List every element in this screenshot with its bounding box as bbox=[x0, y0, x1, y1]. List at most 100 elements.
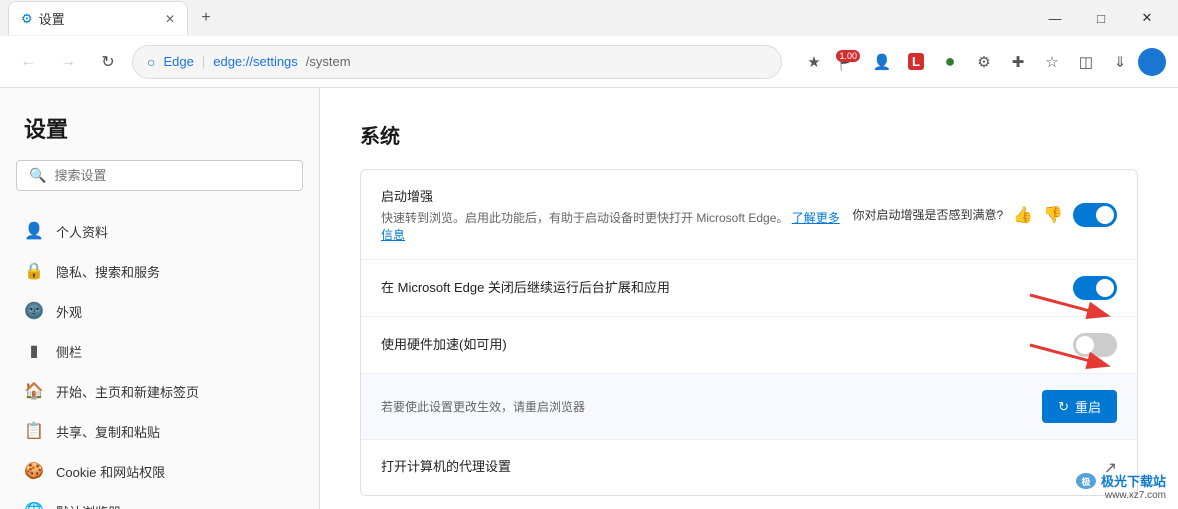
titlebar: ⚙ 设置 ✕ + — □ ✕ bbox=[0, 0, 1178, 36]
search-box[interactable]: 🔍 bbox=[16, 160, 303, 191]
background-run-controls bbox=[1073, 276, 1117, 300]
close-window-button[interactable]: ✕ bbox=[1124, 0, 1170, 36]
toolbar-icon-badge[interactable]: 🏴 1.00 bbox=[832, 46, 864, 78]
toolbar-icon-4[interactable]: L bbox=[900, 46, 932, 78]
back-icon: ← bbox=[20, 53, 36, 71]
restart-desc: 若要使此设置更改生效，请重启浏览器 bbox=[381, 398, 1030, 415]
restart-controls: ↻ 重启 bbox=[1042, 390, 1117, 423]
sidebar-nav-icon: ▮ bbox=[24, 341, 44, 361]
cookies-nav-icon: 🍪 bbox=[24, 461, 44, 481]
profile-avatar[interactable]: 👤 bbox=[1138, 48, 1166, 76]
startup-boost-info: 启动增强 快速转到浏览。启用此功能后，有助于启动设备时更快打开 Microsof… bbox=[381, 186, 840, 243]
sidebar-item-appearance-label: 外观 bbox=[56, 302, 82, 321]
edge-logo-icon: ○ bbox=[147, 54, 155, 70]
appearance-nav-icon: 🌚 bbox=[24, 301, 44, 321]
sidebar-item-sidebar[interactable]: ▮ 侧栏 bbox=[0, 331, 319, 371]
satisfaction-text: 你对启动增强是否感到满意? bbox=[852, 206, 1003, 223]
refresh-button[interactable]: ↻ bbox=[92, 46, 124, 78]
startup-boost-controls: 你对启动增强是否感到满意? 👍 👎 bbox=[852, 203, 1117, 227]
section-title: 系统 bbox=[360, 120, 1138, 149]
toolbar-icon-3[interactable]: 👤 bbox=[866, 46, 898, 78]
restart-icon: ↻ bbox=[1058, 399, 1069, 415]
tab-settings-icon: ⚙ bbox=[21, 11, 33, 27]
search-icon: 🔍 bbox=[29, 167, 46, 184]
toolbar-icon-1[interactable]: ★ bbox=[798, 46, 830, 78]
default-browser-icon: 🌐 bbox=[24, 501, 44, 509]
sidebar-item-share[interactable]: 📋 共享、复制和粘贴 bbox=[0, 411, 319, 451]
sidebar-item-profile[interactable]: 👤 个人资料 bbox=[0, 211, 319, 251]
background-run-label: 在 Microsoft Edge 关闭后继续运行后台扩展和应用 bbox=[381, 277, 1061, 296]
toolbar-icon-6[interactable]: ⚙ bbox=[968, 46, 1000, 78]
forward-icon: → bbox=[60, 53, 76, 71]
proxy-info: 打开计算机的代理设置 bbox=[381, 456, 1092, 479]
tab-settings-label: 设置 bbox=[39, 9, 65, 28]
sidebar-item-sidebar-label: 侧栏 bbox=[56, 342, 82, 361]
main-layout: 设置 🔍 👤 个人资料 🔒 隐私、搜索和服务 🌚 外观 ▮ 侧栏 🏠 开始、主页… bbox=[0, 88, 1178, 509]
minimize-button[interactable]: — bbox=[1032, 0, 1078, 36]
external-link-icon[interactable]: ↗ bbox=[1104, 458, 1117, 478]
sidebar-item-home-label: 开始、主页和新建标签页 bbox=[56, 382, 199, 401]
sidebar-item-cookies-label: Cookie 和网站权限 bbox=[56, 462, 165, 481]
hardware-accel-row: 使用硬件加速(如可用) bbox=[361, 317, 1137, 374]
address-domain: edge://settings bbox=[213, 54, 298, 69]
maximize-button[interactable]: □ bbox=[1078, 0, 1124, 36]
settings-tab[interactable]: ⚙ 设置 ✕ bbox=[8, 1, 188, 35]
sidebar-item-appearance[interactable]: 🌚 外观 bbox=[0, 291, 319, 331]
sidebar-item-cookies[interactable]: 🍪 Cookie 和网站权限 bbox=[0, 451, 319, 491]
hardware-accel-label: 使用硬件加速(如可用) bbox=[381, 334, 1061, 353]
settings-container: 启动增强 快速转到浏览。启用此功能后，有助于启动设备时更快打开 Microsof… bbox=[360, 169, 1138, 496]
toolbar-icons: ★ 🏴 1.00 👤 L ● ⚙ ✚ ☆ ◫ ⇓ 👤 bbox=[798, 46, 1166, 78]
hardware-accel-controls bbox=[1073, 333, 1117, 357]
sidebar-item-share-label: 共享、复制和粘贴 bbox=[56, 422, 160, 441]
sidebar-item-default-browser[interactable]: 🌐 默认浏览器 bbox=[0, 491, 319, 509]
window-controls: — □ ✕ bbox=[1032, 0, 1170, 36]
startup-boost-toggle[interactable] bbox=[1073, 203, 1117, 227]
background-run-toggle[interactable] bbox=[1073, 276, 1117, 300]
toolbar-icon-9[interactable]: ◫ bbox=[1070, 46, 1102, 78]
address-edge-label: Edge bbox=[163, 54, 193, 69]
sidebar: 设置 🔍 👤 个人资料 🔒 隐私、搜索和服务 🌚 外观 ▮ 侧栏 🏠 开始、主页… bbox=[0, 88, 320, 509]
startup-boost-label: 启动增强 bbox=[381, 186, 840, 205]
restart-label: 重启 bbox=[1075, 397, 1101, 416]
sidebar-item-privacy[interactable]: 🔒 隐私、搜索和服务 bbox=[0, 251, 319, 291]
background-run-info: 在 Microsoft Edge 关闭后继续运行后台扩展和应用 bbox=[381, 277, 1061, 300]
restart-info: 若要使此设置更改生效，请重启浏览器 bbox=[381, 398, 1030, 415]
addressbar: ← → ↻ ○ Edge | edge://settings /system ★… bbox=[0, 36, 1178, 88]
restart-button[interactable]: ↻ 重启 bbox=[1042, 390, 1117, 423]
tab-close-button[interactable]: ✕ bbox=[165, 12, 175, 26]
hardware-accel-info: 使用硬件加速(如可用) bbox=[381, 334, 1061, 357]
profile-nav-icon: 👤 bbox=[24, 221, 44, 241]
settings-card: 启动增强 快速转到浏览。启用此功能后，有助于启动设备时更快打开 Microsof… bbox=[360, 169, 1138, 496]
proxy-row: 打开计算机的代理设置 ↗ bbox=[361, 440, 1137, 495]
proxy-controls: ↗ bbox=[1104, 458, 1117, 478]
sidebar-item-privacy-label: 隐私、搜索和服务 bbox=[56, 262, 160, 281]
privacy-nav-icon: 🔒 bbox=[24, 261, 44, 281]
tabs-container: ⚙ 设置 ✕ + bbox=[8, 1, 220, 35]
toolbar-icon-7[interactable]: ✚ bbox=[1002, 46, 1034, 78]
address-box[interactable]: ○ Edge | edge://settings /system bbox=[132, 45, 782, 79]
refresh-icon: ↻ bbox=[101, 52, 114, 72]
sidebar-item-profile-label: 个人资料 bbox=[56, 222, 108, 241]
thumbup-button[interactable]: 👍 bbox=[1013, 205, 1033, 225]
startup-boost-row: 启动增强 快速转到浏览。启用此功能后，有助于启动设备时更快打开 Microsof… bbox=[361, 170, 1137, 260]
share-nav-icon: 📋 bbox=[24, 421, 44, 441]
address-separator: | bbox=[202, 54, 205, 69]
forward-button[interactable]: → bbox=[52, 46, 84, 78]
content-area: 系统 启动增强 快速转到浏览。启用此功能后，有助于启动设备时更快打开 Micro… bbox=[320, 88, 1178, 509]
address-path: /system bbox=[306, 54, 351, 69]
sidebar-item-home[interactable]: 🏠 开始、主页和新建标签页 bbox=[0, 371, 319, 411]
startup-boost-desc: 快速转到浏览。启用此功能后，有助于启动设备时更快打开 Microsoft Edg… bbox=[381, 209, 840, 243]
background-run-row: 在 Microsoft Edge 关闭后继续运行后台扩展和应用 bbox=[361, 260, 1137, 317]
toolbar-icon-8[interactable]: ☆ bbox=[1036, 46, 1068, 78]
profile-icon: 👤 bbox=[1144, 54, 1160, 70]
sidebar-item-default-browser-label: 默认浏览器 bbox=[56, 502, 121, 509]
sidebar-title: 设置 bbox=[0, 112, 319, 160]
toolbar-icon-5[interactable]: ● bbox=[934, 46, 966, 78]
new-tab-button[interactable]: + bbox=[192, 4, 220, 32]
restart-row: 若要使此设置更改生效，请重启浏览器 ↻ 重启 bbox=[361, 374, 1137, 440]
hardware-accel-toggle[interactable] bbox=[1073, 333, 1117, 357]
search-input[interactable] bbox=[54, 168, 290, 183]
toolbar-icon-10[interactable]: ⇓ bbox=[1104, 46, 1136, 78]
thumbdown-button[interactable]: 👎 bbox=[1043, 205, 1063, 225]
back-button[interactable]: ← bbox=[12, 46, 44, 78]
